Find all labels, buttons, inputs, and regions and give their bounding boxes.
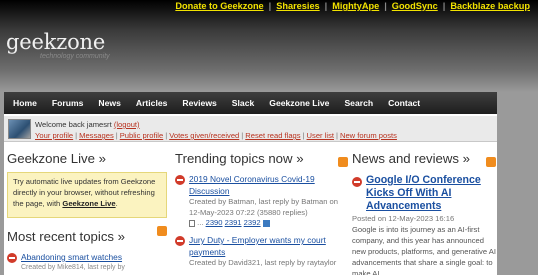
topic-meta-date: 12-May-2023 07:22 (35880 replies): [189, 207, 308, 217]
username: jamesrt: [86, 120, 112, 129]
link-new-forum-posts[interactable]: New forum posts: [340, 131, 397, 140]
link-public-profile[interactable]: Public profile: [120, 131, 163, 140]
topic-pages: ... 2390 2391 2392: [189, 218, 349, 227]
rss-icon[interactable]: [338, 157, 348, 167]
separator: |: [165, 131, 168, 140]
no-entry-icon: [175, 236, 185, 246]
live-link[interactable]: Geekzone Live: [62, 199, 115, 208]
news-heading[interactable]: News and reviews »: [352, 151, 497, 166]
link-votes[interactable]: Votes given/received: [169, 131, 239, 140]
toplink-donate[interactable]: Donate to Geekzone: [175, 1, 263, 11]
go-last-icon[interactable]: [262, 219, 270, 227]
live-heading[interactable]: Geekzone Live »: [7, 151, 167, 166]
separator: |: [302, 131, 305, 140]
topic-title[interactable]: Abandoning smart watches: [21, 252, 125, 264]
toplink-mightyape[interactable]: MightyApe: [332, 1, 379, 11]
welcome-text: Welcome back: [35, 120, 85, 129]
user-bar: Welcome back jamesrt (logout) Your profi…: [4, 116, 497, 142]
toplink-goodsync[interactable]: GoodSync: [392, 1, 438, 11]
column-left: Geekzone Live » Try automatic live updat…: [7, 151, 167, 275]
column-middle: Trending topics now » 2019 Novel Coronav…: [175, 151, 349, 275]
logo-name: geekzone: [6, 30, 106, 54]
live-end: .: [115, 198, 118, 208]
topic-title[interactable]: Jury Duty - Employer wants my court paym…: [189, 235, 349, 258]
logout-link[interactable]: (logout): [114, 120, 140, 129]
nav-geekzone-live[interactable]: Geekzone Live: [269, 98, 329, 108]
nav-slack[interactable]: Slack: [232, 98, 254, 108]
live-box: Try automatic live updates from Geekzone…: [7, 172, 167, 218]
news-title[interactable]: Google I/O Conference Kicks Off With AI …: [366, 174, 497, 213]
toplink-sharesies[interactable]: Sharesies: [276, 1, 319, 11]
pages-ellipsis: ...: [197, 218, 204, 227]
main-nav: Home Forums News Articles Reviews Slack …: [4, 92, 497, 114]
user-links: Your profile | Messages | Public profile | Vot…: [35, 131, 397, 140]
news-posted: Posted on 12-May-2023 16:16: [352, 214, 455, 223]
nav-articles[interactable]: Articles: [136, 98, 168, 108]
site-logo[interactable]: geekzone technology community: [6, 30, 110, 60]
no-entry-icon: [175, 175, 185, 185]
separator: |: [442, 1, 446, 11]
page-link[interactable]: 2392: [244, 218, 261, 227]
list-item: 2019 Novel Coronavirus Covid-19 Discussi…: [175, 174, 349, 227]
page-icon: [189, 219, 195, 227]
separator: |: [268, 1, 272, 11]
separator: |: [335, 131, 338, 140]
nav-news[interactable]: News: [98, 98, 120, 108]
main-content: Home Forums News Articles Reviews Slack …: [4, 92, 497, 275]
nav-home[interactable]: Home: [13, 98, 37, 108]
nav-forums[interactable]: Forums: [52, 98, 84, 108]
recent-heading[interactable]: Most recent topics »: [7, 229, 167, 244]
link-messages[interactable]: Messages: [79, 131, 114, 140]
welcome-line: Welcome back jamesrt (logout): [35, 120, 140, 129]
list-item: Abandoning smart watches Created by Mike…: [7, 252, 167, 271]
separator: |: [324, 1, 328, 11]
page-link[interactable]: 2391: [225, 218, 242, 227]
trending-heading[interactable]: Trending topics now »: [175, 151, 349, 166]
topic-meta: Created by Mike814, last reply by: [21, 263, 125, 271]
link-your-profile[interactable]: Your profile: [35, 131, 73, 140]
list-item: Jury Duty - Employer wants my court paym…: [175, 235, 349, 269]
separator: |: [384, 1, 387, 11]
avatar[interactable]: [8, 119, 31, 139]
toplink-backblaze[interactable]: Backblaze backup: [450, 1, 530, 11]
topic-meta: Created by David321, last reply by rayta…: [189, 258, 337, 268]
rss-icon[interactable]: [486, 157, 496, 167]
news-item: Google I/O Conference Kicks Off With AI …: [352, 174, 497, 213]
separator: |: [75, 131, 78, 140]
page-link[interactable]: 2390: [206, 218, 223, 227]
separator: |: [115, 131, 118, 140]
link-user-list[interactable]: User list: [307, 131, 334, 140]
nav-reviews[interactable]: Reviews: [182, 98, 216, 108]
top-links-bar: Donate to Geekzone | Sharesies | MightyA…: [170, 0, 538, 12]
rss-icon[interactable]: [157, 226, 167, 236]
separator: |: [241, 131, 244, 140]
logo-tagline: technology community: [40, 53, 110, 60]
column-right: News and reviews » Google I/O Conference…: [352, 151, 497, 275]
topic-meta: Created by Batman, last reply by Batman …: [189, 197, 338, 207]
nav-contact[interactable]: Contact: [388, 98, 420, 108]
nav-search[interactable]: Search: [344, 98, 373, 108]
no-entry-icon: [352, 177, 362, 187]
no-entry-icon: [7, 253, 17, 263]
link-reset-read-flags[interactable]: Reset read flags: [245, 131, 300, 140]
news-body: Google is into its journey as an AI-firs…: [352, 225, 496, 275]
topic-title[interactable]: 2019 Novel Coronavirus Covid-19 Discussi…: [189, 174, 349, 197]
